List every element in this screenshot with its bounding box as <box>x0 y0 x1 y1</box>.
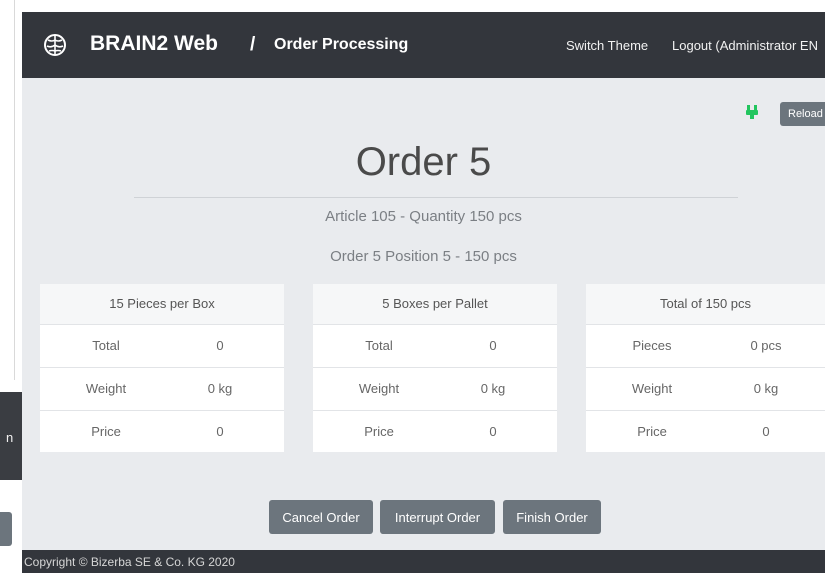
row-value: 0 kg <box>207 381 233 396</box>
row-value: 0 <box>216 424 224 439</box>
card-header: Total of 150 pcs <box>586 284 825 325</box>
card-row: Price 0 <box>40 411 284 453</box>
article-info: Article 105 - Quantity 150 pcs <box>325 208 522 225</box>
switch-theme-link[interactable]: Switch Theme <box>566 38 648 53</box>
row-value: 0 kg <box>480 381 506 396</box>
card-row: Weight 0 kg <box>586 368 825 411</box>
reload-button[interactable]: Reload <box>780 102 825 126</box>
card-row: Weight 0 kg <box>313 368 557 411</box>
row-label: Weight <box>631 381 673 396</box>
page-title: Order Processing <box>274 36 409 53</box>
card-row: Total 0 <box>313 325 557 368</box>
cancel-order-button[interactable]: Cancel Order <box>269 500 373 534</box>
app-window: BRAIN2 Web / Order Processing Switch The… <box>22 12 825 573</box>
background-window-label: n <box>6 430 14 445</box>
copyright-text: Copyright © Bizerba SE & Co. KG 2020 <box>24 555 235 569</box>
row-label: Price <box>637 424 667 439</box>
card-row: Price 0 <box>313 411 557 453</box>
finish-order-button[interactable]: Finish Order <box>503 500 601 534</box>
footer: Copyright © Bizerba SE & Co. KG 2020 <box>22 550 825 573</box>
row-label: Total <box>365 338 393 353</box>
card-header: 15 Pieces per Box <box>40 284 284 325</box>
pallet-card: 5 Boxes per Pallet Total 0 Weight 0 kg P… <box>313 284 557 452</box>
card-row: Weight 0 kg <box>40 368 284 411</box>
total-card: Total of 150 pcs Pieces 0 pcs Weight 0 k… <box>586 284 825 452</box>
row-value: 0 kg <box>753 381 779 396</box>
brand-title[interactable]: BRAIN2 Web <box>90 32 218 56</box>
row-label: Price <box>91 424 121 439</box>
position-info: Order 5 Position 5 - 150 pcs <box>330 248 517 265</box>
brain-icon <box>44 34 66 56</box>
row-value: 0 <box>489 424 497 439</box>
row-value: 0 <box>216 338 224 353</box>
plug-connected-icon <box>746 105 758 119</box>
row-label: Total <box>92 338 120 353</box>
title-divider <box>134 197 738 198</box>
background-window-edge <box>14 0 15 380</box>
row-label: Price <box>364 424 394 439</box>
card-row: Price 0 <box>586 411 825 453</box>
row-label: Pieces <box>632 338 672 353</box>
box-card: 15 Pieces per Box Total 0 Weight 0 kg Pr… <box>40 284 284 452</box>
card-row: Total 0 <box>40 325 284 368</box>
card-header: 5 Boxes per Pallet <box>313 284 557 325</box>
interrupt-order-button[interactable]: Interrupt Order <box>380 500 495 534</box>
row-value: 0 pcs <box>750 338 782 353</box>
row-value: 0 <box>762 424 770 439</box>
navbar: BRAIN2 Web / Order Processing Switch The… <box>22 12 825 78</box>
order-title: Order 5 <box>355 140 492 184</box>
background-window-button[interactable] <box>0 512 12 546</box>
row-label: Weight <box>358 381 400 396</box>
card-row: Pieces 0 pcs <box>586 325 825 368</box>
breadcrumb-separator: / <box>250 34 256 55</box>
logout-link[interactable]: Logout (Administrator EN <box>672 38 818 53</box>
row-label: Weight <box>85 381 127 396</box>
row-value: 0 <box>489 338 497 353</box>
background-window: n <box>0 0 22 573</box>
background-window-panel: n <box>0 392 22 480</box>
